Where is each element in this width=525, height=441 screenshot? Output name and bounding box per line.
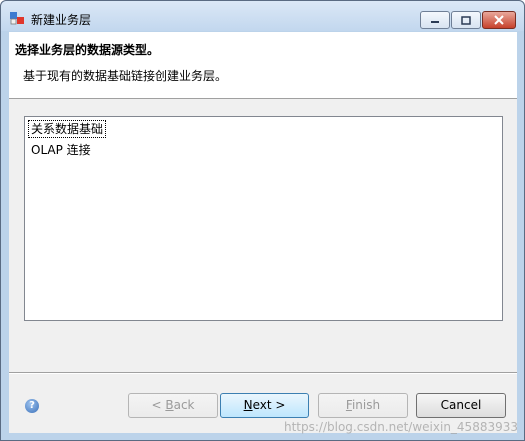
dialog-content: 选择业务层的数据源类型。 基于现有的数据基础链接创建业务层。 关系数据基础 OL… [9, 32, 517, 433]
next-button-mnemonic: N [243, 398, 253, 412]
title-bar[interactable]: 新建业务层 [1, 1, 524, 31]
finish-button-label: inish [351, 398, 381, 412]
page-description: 基于现有的数据基础链接创建业务层。 [23, 69, 228, 83]
window-title: 新建业务层 [31, 13, 92, 27]
list-item-olap[interactable]: OLAP 连接 [29, 142, 93, 158]
watermark: https://blog.csdn.net/weixin_45883933 [283, 420, 518, 434]
maximize-icon [461, 15, 471, 25]
help-icon[interactable]: ? [25, 399, 39, 413]
cancel-button[interactable]: Cancel [416, 393, 506, 418]
app-icon [10, 12, 24, 25]
back-button[interactable]: < Back [128, 393, 218, 418]
list-item-relational[interactable]: 关系数据基础 [27, 120, 107, 138]
page-title: 选择业务层的数据源类型。 [15, 43, 160, 57]
finish-button[interactable]: Finish [318, 393, 408, 418]
maximize-button[interactable] [451, 11, 481, 29]
minimize-icon [431, 21, 439, 23]
next-button[interactable]: Next > [220, 393, 309, 418]
close-button[interactable] [482, 11, 516, 29]
dialog-window: 新建业务层 选择业务层的数据源类型。 基于现有的数据基础链接创建业务层。 关系数… [0, 0, 525, 441]
back-button-prefix: < [151, 398, 166, 412]
next-button-label: ext > [252, 398, 286, 412]
footer-separator [9, 372, 517, 374]
wizard-header: 选择业务层的数据源类型。 基于现有的数据基础链接创建业务层。 [9, 32, 517, 99]
datasource-type-list[interactable]: 关系数据基础 OLAP 连接 [24, 116, 503, 321]
close-icon [494, 15, 504, 25]
back-button-mnemonic: B [165, 398, 174, 412]
back-button-label: ack [173, 398, 195, 412]
minimize-button[interactable] [420, 11, 450, 29]
